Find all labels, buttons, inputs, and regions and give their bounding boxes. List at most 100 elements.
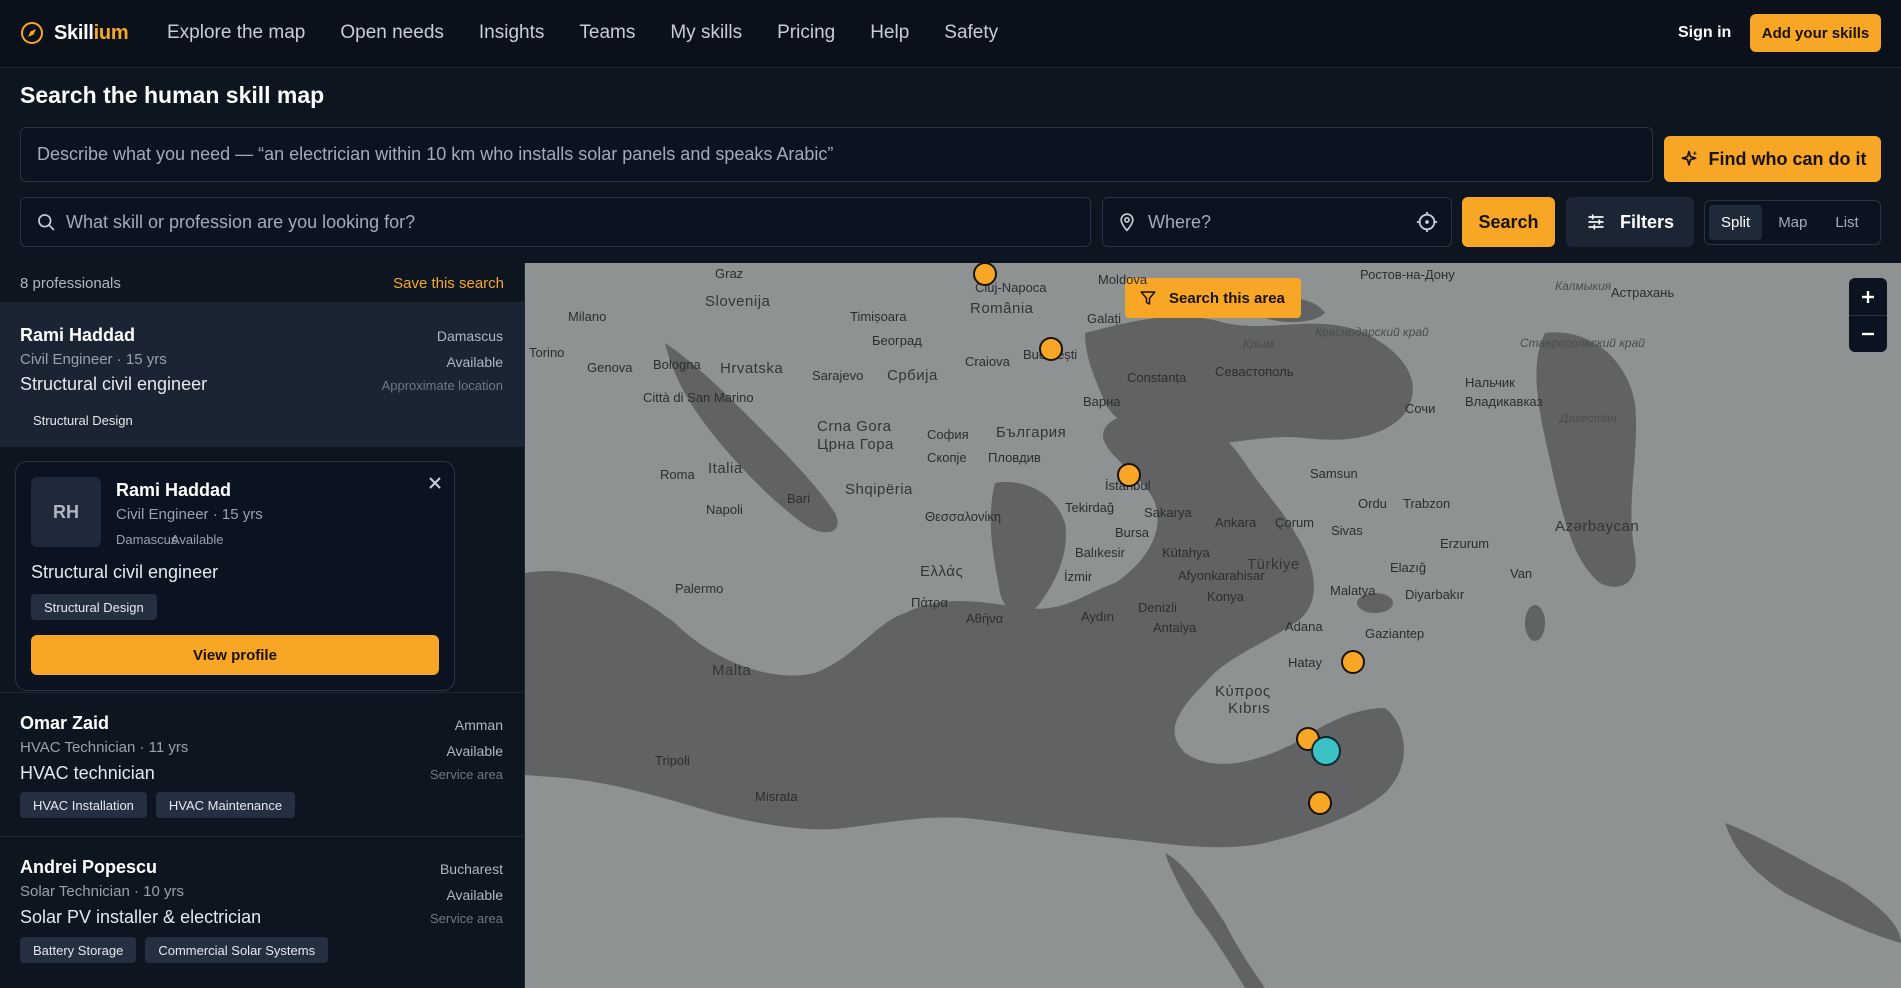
view-list[interactable]: List — [1823, 205, 1870, 240]
compass-icon — [21, 22, 43, 44]
map-pin-marker[interactable] — [973, 263, 997, 286]
nav-help[interactable]: Help — [870, 22, 909, 44]
map-label-srbija: Србија — [887, 367, 938, 384]
map-label-bulgaria: България — [996, 424, 1067, 441]
nav-my-skills[interactable]: My skills — [670, 22, 742, 44]
zoom-in-button[interactable] — [1849, 278, 1887, 315]
add-skills-button[interactable]: Add your skills — [1750, 14, 1881, 52]
map-label-nalchik: Нальчик — [1465, 375, 1515, 390]
view-map[interactable]: Map — [1766, 205, 1819, 240]
map-label-izmir: İzmir — [1064, 569, 1093, 584]
brand-name: Skillium — [54, 21, 129, 44]
ai-describe-input[interactable] — [20, 127, 1653, 182]
nav-open-needs[interactable]: Open needs — [340, 22, 444, 44]
brand-logo[interactable]: Skillium — [20, 21, 129, 45]
map-pin-marker[interactable] — [1308, 791, 1332, 815]
nav-explore-map[interactable]: Explore the map — [167, 22, 305, 44]
map-label-crna-gora: Crna Gora — [817, 418, 892, 435]
map-label-tekirdag: Tekirdağ — [1065, 500, 1115, 515]
skill-tags: Structural Design — [20, 407, 146, 433]
map-pin-selected[interactable] — [1311, 736, 1341, 766]
map-label-timisoara: Timișoara — [850, 309, 907, 324]
map-label-elazig: Elazığ — [1390, 560, 1427, 575]
map-label-sarajevo: Sarajevo — [812, 368, 864, 383]
professional-meta: HVAC Technician · 11 yrs — [20, 739, 189, 756]
map-pin-marker[interactable] — [1039, 337, 1063, 361]
zoom-controls — [1849, 278, 1887, 352]
map-label-rostov: Ростов-на-Дону — [1360, 267, 1455, 282]
nav-teams[interactable]: Teams — [579, 22, 635, 44]
zoom-out-button[interactable] — [1849, 315, 1887, 352]
professional-meta: Solar Technician · 10 yrs — [20, 883, 184, 900]
map-label-tripoli: Tripoli — [655, 753, 690, 768]
map-label-sivas: Sivas — [1331, 523, 1363, 538]
map-label-stavropol: Ставропольский край — [1520, 336, 1645, 350]
skill-tag: Structural Design — [33, 412, 133, 428]
view-split[interactable]: Split — [1709, 205, 1763, 240]
crosshair-icon[interactable] — [1416, 211, 1438, 233]
professional-name: Rami Haddad — [20, 325, 136, 345]
location-note: Approximate location — [381, 378, 503, 393]
availability-status: Available — [446, 887, 503, 903]
preview-headline: Structural civil engineer — [31, 562, 219, 582]
map-label-bari: Bari — [787, 491, 811, 506]
result-count: 8 professionals — [20, 275, 121, 292]
map-view[interactable]: Search this area Graz Cluj-Napoca Români… — [525, 263, 1901, 988]
map-label-kypros: Κύπρος — [1215, 683, 1271, 700]
search-this-area-button[interactable]: Search this area — [1125, 278, 1301, 318]
location-note: Service area — [430, 767, 503, 782]
preview-wrap: RH Rami Haddad Civil Engineer · 15 yrs D… — [0, 447, 524, 693]
nav-pricing[interactable]: Pricing — [777, 22, 835, 44]
minus-icon — [1862, 332, 1874, 336]
list-item[interactable]: Andrei Popescu Solar Technician · 10 yrs… — [0, 837, 524, 988]
map-label-konya: Konya — [1207, 589, 1244, 604]
map-label-erzurum: Erzurum — [1440, 536, 1490, 551]
map-pin-marker[interactable] — [1117, 463, 1141, 487]
map-label-moldova: Moldova — [1098, 272, 1148, 287]
skill-search-field — [20, 197, 1091, 247]
preview-location: Damascus — [116, 532, 178, 547]
map-label-azarbaycan: Azərbaycan — [1555, 518, 1640, 535]
map-label-trabzon: Trabzon — [1403, 496, 1451, 511]
professional-name: Omar Zaid — [20, 713, 110, 733]
skill-search-input[interactable] — [66, 198, 1076, 246]
funnel-icon — [1140, 291, 1156, 305]
map-label-kutahya: Kütahya — [1162, 545, 1210, 560]
map-label-beograd: Београд — [872, 333, 922, 348]
map-label-vladikavkaz: Владикавказ — [1465, 394, 1543, 409]
where-input[interactable] — [1148, 198, 1398, 246]
view-profile-button[interactable]: View profile — [31, 635, 439, 675]
map-label-romania: România — [970, 300, 1034, 317]
map-label-antalya: Antalya — [1153, 620, 1197, 635]
find-who-button[interactable]: Find who can do it — [1664, 136, 1881, 182]
map-label-hrvatska: Hrvatska — [720, 360, 784, 377]
top-nav: Skillium Explore the map Open needs Insi… — [0, 0, 1901, 68]
search-button[interactable]: Search — [1462, 197, 1555, 247]
save-search-link[interactable]: Save this search — [393, 275, 504, 292]
sign-in-link[interactable]: Sign in — [1678, 24, 1731, 42]
list-item[interactable]: Rami Haddad Civil Engineer · 15 yrs Stru… — [0, 303, 524, 447]
list-item[interactable]: Omar Zaid HVAC Technician · 11 yrs HVAC … — [0, 693, 524, 837]
nav-safety[interactable]: Safety — [944, 22, 998, 44]
map-label-skopje: Скопје — [927, 450, 967, 465]
map-label-corum: Çorum — [1275, 515, 1315, 530]
professional-location: Amman — [454, 717, 503, 733]
close-icon[interactable] — [428, 476, 442, 490]
map-label-napoli: Napoli — [706, 502, 743, 517]
preview-meta: Civil Engineer · 15 yrs — [116, 506, 263, 523]
map-label-san-marino: Città di San Marino — [643, 390, 754, 405]
map-pin-marker[interactable] — [1341, 650, 1365, 674]
map-label-galati: Galați — [1087, 311, 1121, 326]
map-label-milano: Milano — [568, 309, 607, 324]
professional-location: Bucharest — [439, 861, 503, 877]
nav-insights[interactable]: Insights — [479, 22, 544, 44]
map-label-adana: Adana — [1285, 619, 1323, 634]
page-title: Search the human skill map — [20, 82, 325, 108]
map-label-italia: Italia — [708, 460, 743, 477]
map-label-diyarbakir: Diyarbakır — [1405, 587, 1465, 602]
view-toggle: Split Map List — [1704, 200, 1881, 245]
map-label-sofia: София — [927, 427, 969, 442]
professional-name: Andrei Popescu — [20, 857, 158, 877]
map-label-krym: Крым — [1243, 337, 1274, 351]
filters-button[interactable]: Filters — [1566, 197, 1694, 247]
